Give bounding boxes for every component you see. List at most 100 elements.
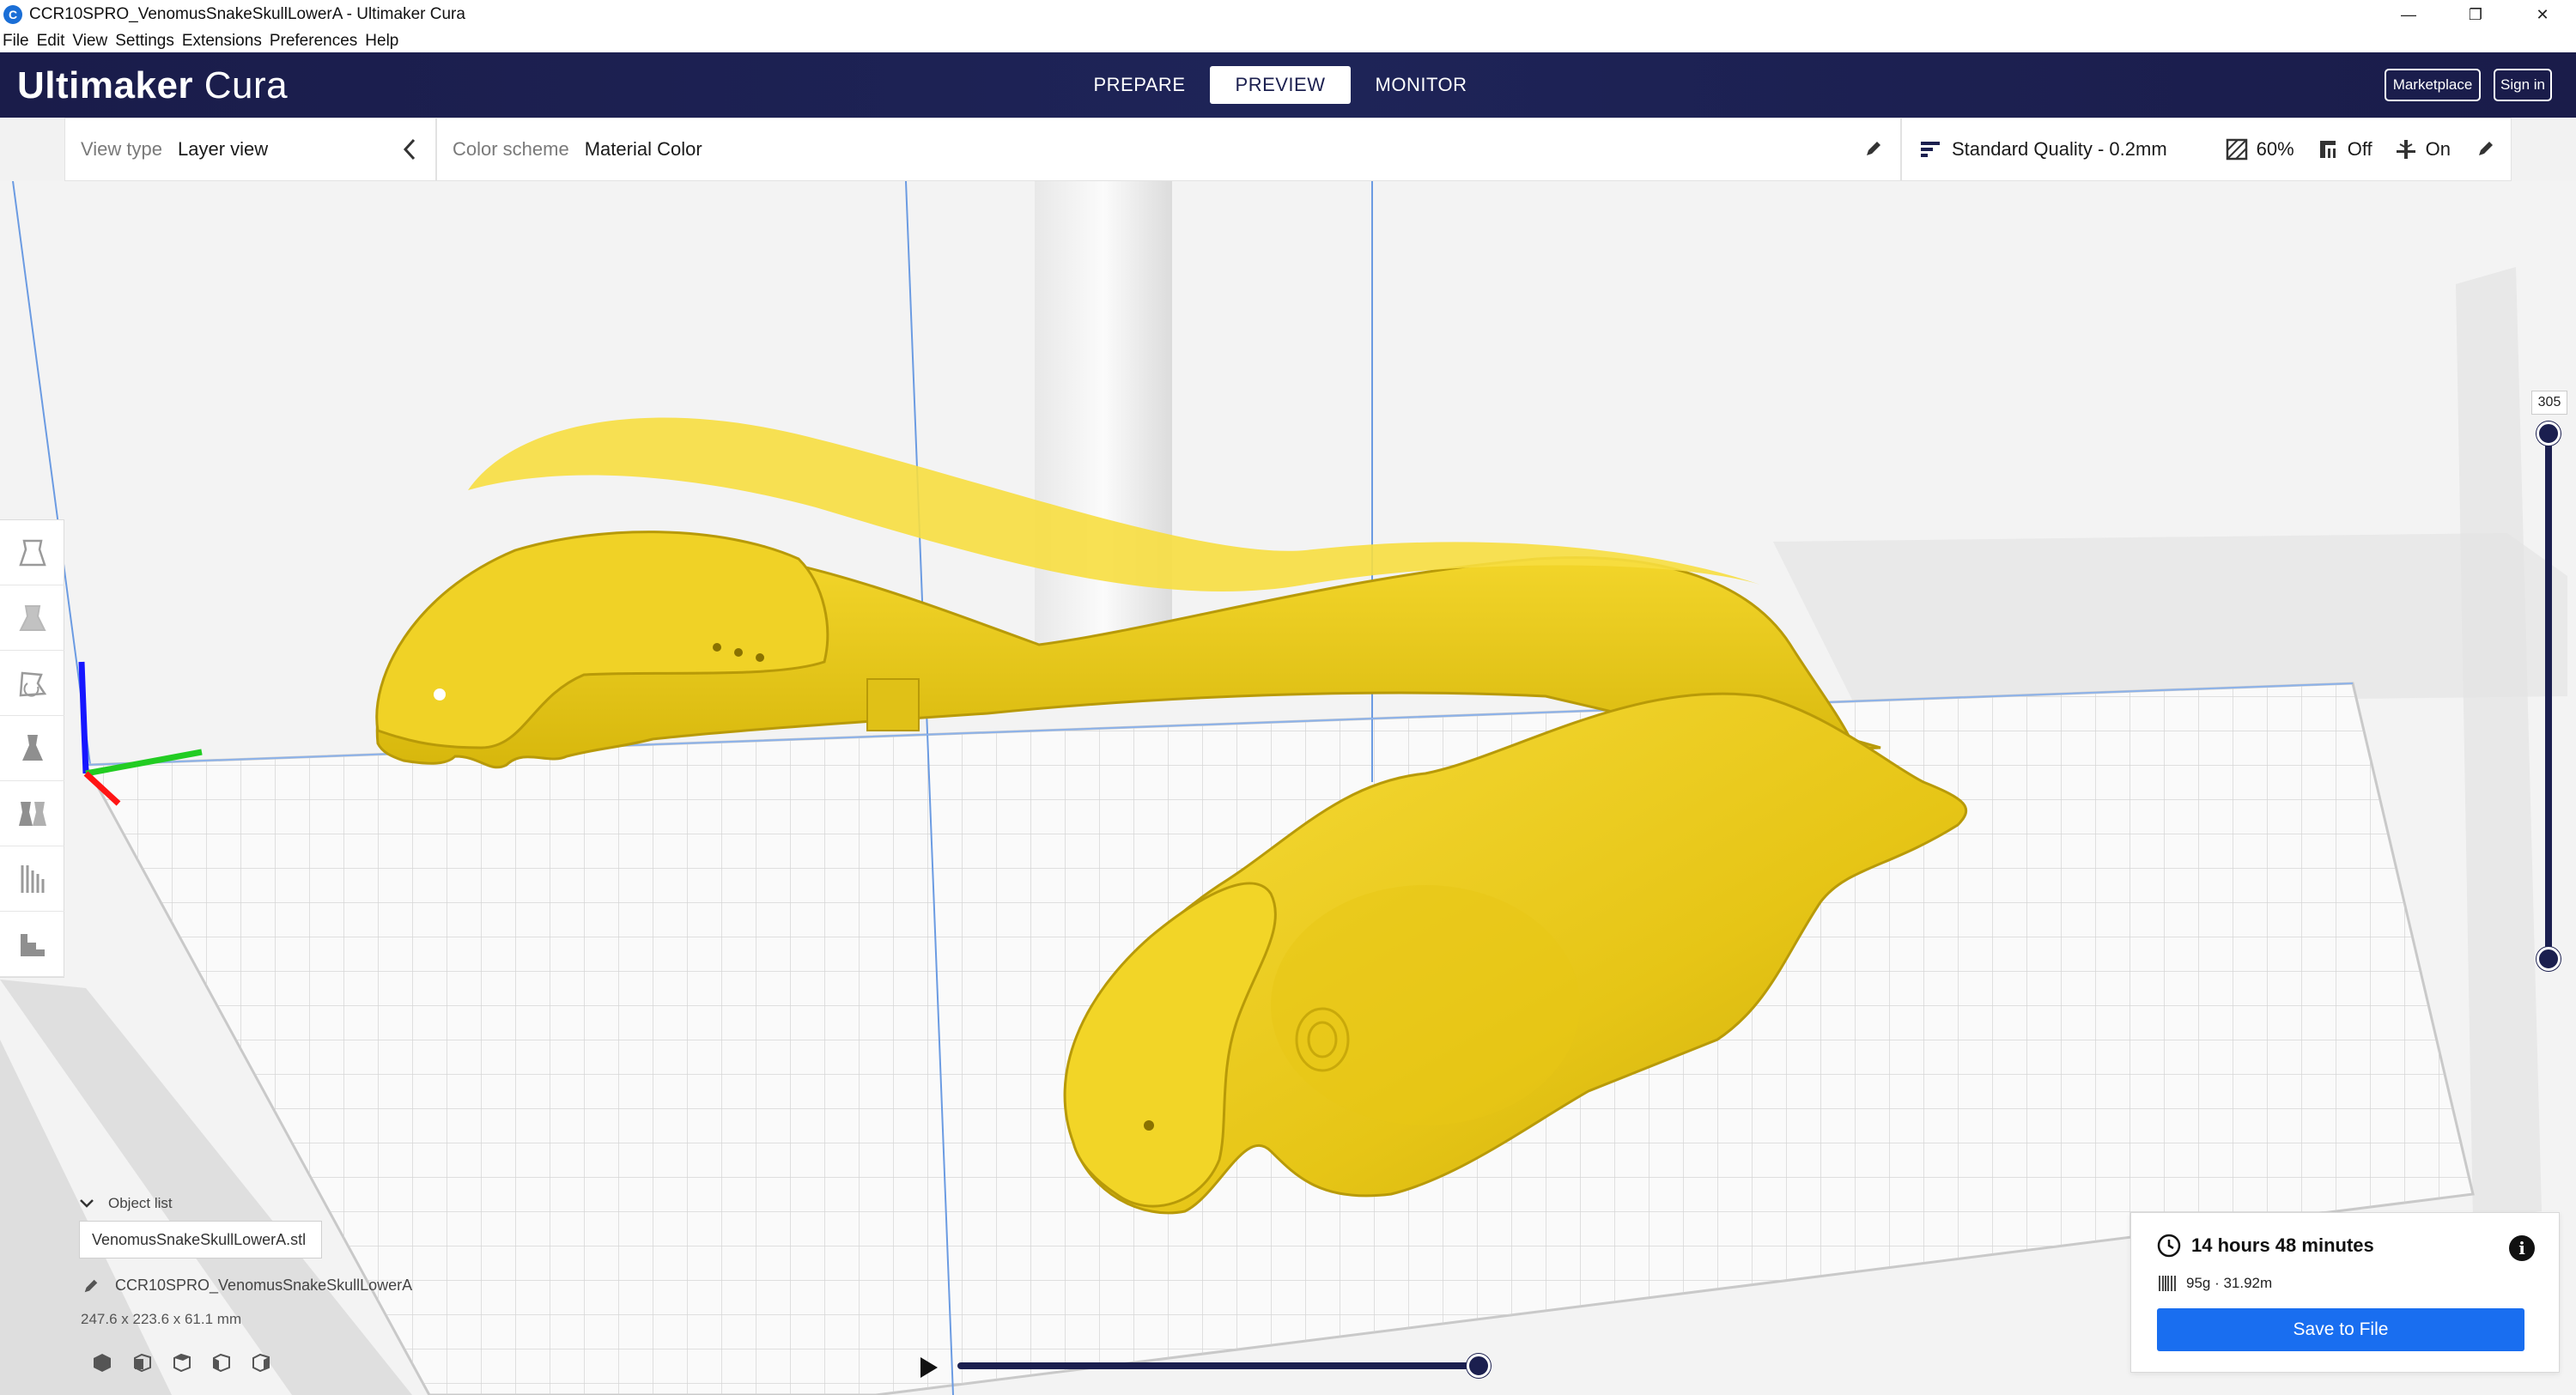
tab-preview[interactable]: PREVIEW xyxy=(1210,66,1351,104)
scale-tool[interactable] xyxy=(0,585,64,651)
chevron-down-icon xyxy=(80,1199,94,1208)
view-front-button[interactable] xyxy=(122,1350,161,1375)
tab-prepare[interactable]: PREPARE xyxy=(1069,66,1210,104)
support-blocker-tool[interactable] xyxy=(0,846,64,912)
cube-left-icon xyxy=(213,1353,230,1373)
chevron-left-icon[interactable] xyxy=(403,137,416,166)
view-top-button[interactable] xyxy=(161,1350,201,1375)
pencil-icon[interactable] xyxy=(2476,139,2495,162)
close-button[interactable]: ✕ xyxy=(2509,0,2576,29)
material-estimate-text: 95g · 31.92m xyxy=(2186,1275,2273,1291)
per-model-settings-icon xyxy=(18,801,46,826)
model-dimensions: 247.6 x 223.6 x 61.1 mm xyxy=(81,1311,242,1327)
model-tab xyxy=(866,678,920,731)
job-name[interactable]: CCR10SPRO_VenomusSnakeSkullLowerA xyxy=(82,1277,412,1295)
logo-brand: Ultimaker xyxy=(17,64,194,106)
save-to-file-button[interactable]: Save to File xyxy=(2157,1308,2524,1351)
support-value[interactable]: Off xyxy=(2348,138,2372,161)
per-model-settings-tool[interactable] xyxy=(0,781,64,846)
print-information-panel: 14 hours 48 minutes i 95g · 31.92m Save … xyxy=(2130,1212,2560,1373)
camera-view-buttons xyxy=(82,1350,280,1375)
path-slider-handle[interactable] xyxy=(1467,1354,1491,1378)
cura-logo: Ultimaker Cura xyxy=(17,64,288,107)
play-icon xyxy=(920,1357,938,1378)
object-list: Object list VenomusSnakeSkullLowerA.stl xyxy=(79,1195,322,1259)
printer-column xyxy=(1035,181,1172,696)
menu-help[interactable]: Help xyxy=(365,32,398,51)
window-controls: — ❐ ✕ xyxy=(2375,0,2576,29)
logo-product: Cura xyxy=(204,64,289,106)
object-list-item[interactable]: VenomusSnakeSkullLowerA.stl xyxy=(79,1221,322,1259)
view-type-value[interactable]: Layer view xyxy=(178,138,268,161)
play-button[interactable] xyxy=(915,1355,941,1380)
menu-settings[interactable]: Settings xyxy=(115,32,174,51)
model-hole xyxy=(713,643,721,652)
job-name-text: CCR10SPRO_VenomusSnakeSkullLowerA xyxy=(115,1277,413,1294)
infill-icon xyxy=(2226,138,2248,161)
menu-edit[interactable]: Edit xyxy=(37,32,65,51)
cube-top-icon xyxy=(173,1353,191,1373)
print-settings-panel[interactable]: Standard Quality - 0.2mm 60% Off On xyxy=(1901,118,2512,181)
sign-in-button[interactable]: Sign in xyxy=(2494,69,2552,101)
layer-slider-upper-handle[interactable] xyxy=(2537,422,2561,446)
support-icon xyxy=(2317,138,2339,161)
layer-number-badge[interactable]: 305 xyxy=(2531,391,2567,415)
cura-app-icon: C xyxy=(3,5,22,24)
scale-icon xyxy=(18,604,46,631)
infill-value[interactable]: 60% xyxy=(2257,138,2294,161)
layer-view-tool[interactable] xyxy=(0,912,64,977)
menu-file[interactable]: File xyxy=(3,32,29,51)
view-type-label: View type xyxy=(81,138,162,160)
rotate-icon xyxy=(19,671,46,697)
stage-tabs: PREPARE PREVIEW MONITOR xyxy=(1069,66,1492,104)
print-time-text: 14 hours 48 minutes xyxy=(2191,1234,2374,1256)
printer-upright-right xyxy=(2456,267,2542,1220)
move-icon xyxy=(18,539,46,566)
info-icon[interactable]: i xyxy=(2509,1235,2535,1261)
print-time: 14 hours 48 minutes xyxy=(2157,1234,2374,1258)
color-scheme-value[interactable]: Material Color xyxy=(585,138,702,161)
layers-icon xyxy=(20,933,45,956)
cube-right-icon xyxy=(252,1353,270,1373)
cube-3d-icon xyxy=(94,1354,111,1372)
window-titlebar: C CCR10SPRO_VenomusSnakeSkullLowerA - Ul… xyxy=(0,0,2576,29)
rotate-tool[interactable] xyxy=(0,651,64,716)
pencil-icon xyxy=(84,1279,98,1292)
quality-icon xyxy=(1919,138,1941,161)
support-blocker-icon xyxy=(21,864,44,893)
material-estimate: 95g · 31.92m xyxy=(2157,1273,2272,1294)
minimize-button[interactable]: — xyxy=(2375,0,2442,29)
view-3d-button[interactable] xyxy=(82,1350,122,1375)
filament-spool-icon xyxy=(2159,1276,2176,1291)
mirror-tool[interactable] xyxy=(0,716,64,781)
cube-front-icon xyxy=(134,1353,151,1373)
model-hole xyxy=(756,653,764,662)
view-type-panel[interactable]: View type Layer view xyxy=(64,118,436,181)
app-header: Ultimaker Cura PREPARE PREVIEW MONITOR M… xyxy=(0,52,2576,118)
object-list-header: Object list xyxy=(108,1195,173,1211)
menu-extensions[interactable]: Extensions xyxy=(182,32,262,51)
tab-monitor[interactable]: MONITOR xyxy=(1351,66,1492,104)
tool-sidebar xyxy=(0,519,64,978)
path-slider-track[interactable] xyxy=(957,1362,1479,1369)
quality-profile[interactable]: Standard Quality - 0.2mm xyxy=(1952,138,2167,161)
view-right-button[interactable] xyxy=(240,1350,280,1375)
layer-slider-lower-handle[interactable] xyxy=(2537,947,2561,971)
object-list-toggle[interactable]: Object list xyxy=(79,1195,322,1212)
model-hole xyxy=(434,688,446,701)
view-left-button[interactable] xyxy=(201,1350,240,1375)
adhesion-value[interactable]: On xyxy=(2426,138,2451,161)
maximize-button[interactable]: ❐ xyxy=(2442,0,2509,29)
layer-slider-track[interactable] xyxy=(2545,434,2552,959)
printer-rail-right xyxy=(1773,533,2567,705)
menu-bar: File Edit View Settings Extensions Prefe… xyxy=(0,29,2576,52)
pencil-icon[interactable] xyxy=(1864,139,1883,162)
move-tool[interactable] xyxy=(0,520,64,585)
marketplace-button[interactable]: Marketplace xyxy=(2385,69,2481,101)
axis-z xyxy=(78,661,89,774)
model-shading xyxy=(1271,885,1580,1125)
menu-view[interactable]: View xyxy=(72,32,107,51)
menu-preferences[interactable]: Preferences xyxy=(270,32,357,51)
model-hole xyxy=(1144,1120,1154,1131)
color-scheme-panel[interactable]: Color scheme Material Color xyxy=(436,118,1901,181)
